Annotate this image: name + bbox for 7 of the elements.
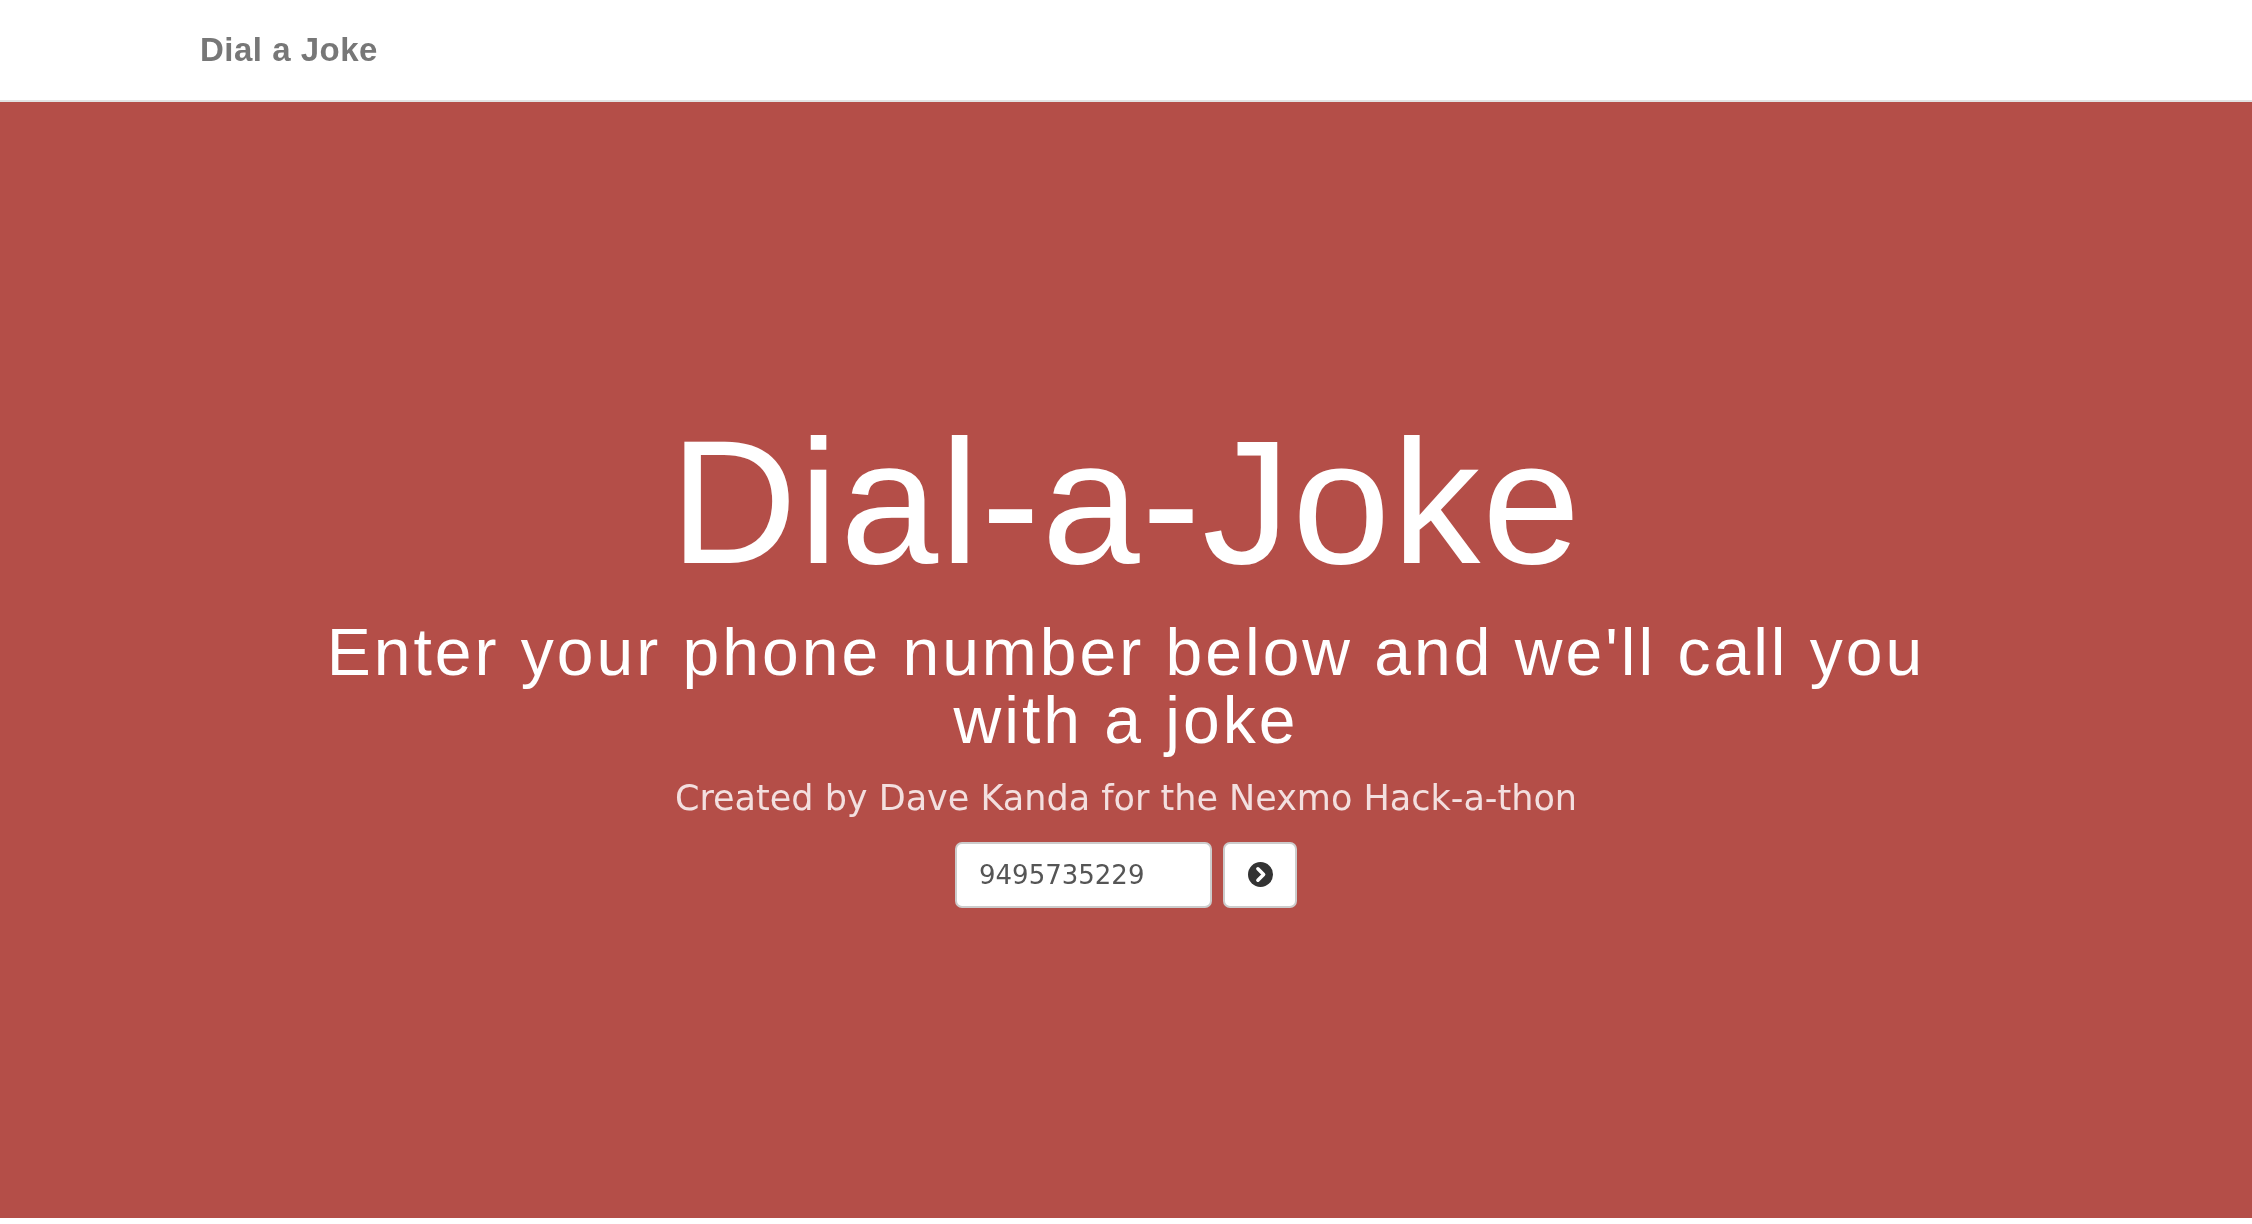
credit-text: Created by Dave Kanda for the Nexmo Hack-a-thon bbox=[675, 777, 1577, 821]
page-subtitle: Enter your phone number below and we'll call you with a joke bbox=[325, 618, 1927, 755]
chevron-circle-right-icon bbox=[1247, 862, 1273, 888]
submit-button[interactable] bbox=[1223, 841, 1297, 908]
phone-number-field[interactable]: 9495735229 bbox=[955, 841, 1212, 908]
brand-link[interactable]: Dial a Joke bbox=[200, 31, 378, 69]
page-title: Dial-a-Joke bbox=[669, 414, 1583, 591]
